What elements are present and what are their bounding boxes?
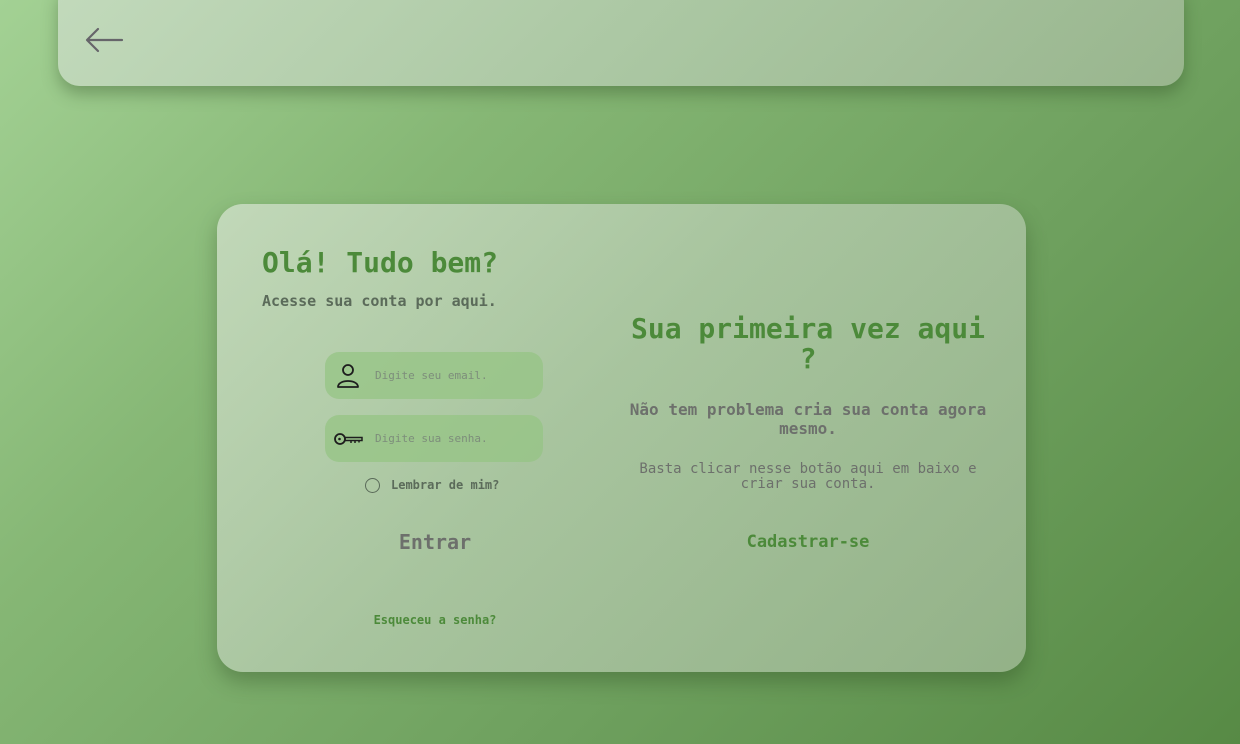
email-input[interactable]: [375, 352, 535, 399]
signup-subtitle: Não tem problema cria sua conta agora me…: [629, 400, 987, 438]
signup-text: Basta clicar nesse botão aqui em baixo e…: [639, 461, 977, 492]
user-icon: [333, 361, 363, 391]
top-header-bar: [58, 0, 1184, 86]
login-subtitle: Acesse sua conta por aqui.: [262, 292, 497, 310]
forgot-password-link[interactable]: Esqueceu a senha?: [365, 613, 505, 627]
password-input[interactable]: [375, 415, 535, 462]
remember-me-radio[interactable]: [365, 478, 380, 493]
signup-title: Sua primeira vez aqui ?: [630, 312, 985, 375]
key-icon: [333, 424, 363, 454]
password-field-wrapper: [325, 415, 543, 462]
signup-button[interactable]: Cadastrar-se: [723, 528, 893, 554]
login-card: Olá! Tudo bem? Acesse sua conta por aqui…: [217, 204, 1026, 672]
email-field-wrapper: [325, 352, 543, 399]
remember-me-label: Lembrar de mim?: [391, 478, 500, 492]
login-button[interactable]: Entrar: [365, 526, 505, 556]
login-title: Olá! Tudo bem?: [262, 246, 499, 279]
arrow-left-icon[interactable]: [82, 24, 126, 56]
